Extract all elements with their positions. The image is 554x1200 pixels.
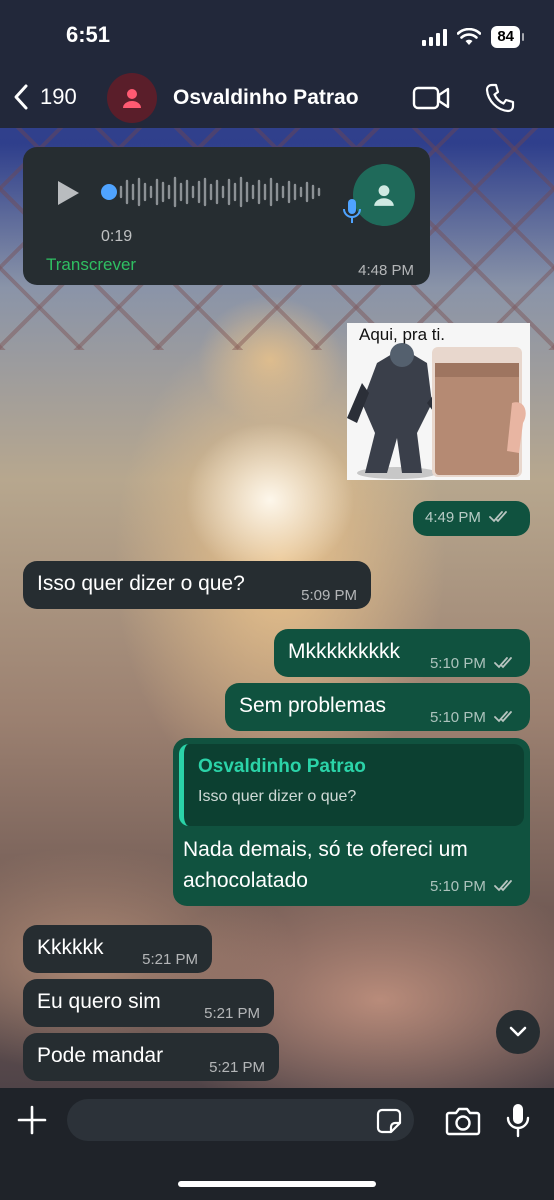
message-outgoing: Sem problemas 5:10 PM: [225, 683, 530, 731]
wifi-icon: [457, 28, 482, 45]
sticker-caption: Aqui, pra ti.: [359, 325, 445, 344]
message-incoming: Isso quer dizer o que? 5:09 PM: [23, 561, 371, 609]
status-time: 6:51: [66, 22, 111, 47]
read-receipt-icon: [489, 511, 507, 523]
chat-header: 190 Osvaldinho Patrao: [0, 70, 554, 128]
message-time: 5:09 PM: [301, 587, 357, 604]
message-timestamp: 5:10 PM: [430, 878, 516, 895]
message-timestamp: 5:10 PM: [430, 650, 516, 678]
person-icon: [374, 185, 394, 206]
audio-waveform[interactable]: [101, 175, 329, 209]
quoted-message[interactable]: Osvaldinho Patrao Isso quer dizer o que?: [179, 744, 524, 826]
message-timestamp: 5:10 PM: [430, 704, 516, 732]
back-button[interactable]: 190: [10, 82, 77, 112]
message-time: 4:48 PM: [358, 262, 414, 279]
contact-avatar[interactable]: [107, 73, 157, 123]
message-text: Sem problemas: [239, 694, 387, 717]
voice-duration: 0:19: [101, 228, 133, 245]
message-time: 5:10 PM: [429, 878, 486, 895]
battery-icon: 84: [491, 26, 524, 48]
message-incoming: Pode mandar 5:21 PM: [23, 1033, 279, 1081]
message-text: Kkkkkk: [37, 936, 104, 959]
message-incoming: Eu quero sim 5:21 PM: [23, 979, 274, 1027]
video-call-icon[interactable]: [412, 84, 450, 112]
home-indicator[interactable]: [178, 1181, 376, 1187]
play-icon[interactable]: [56, 180, 80, 206]
microphone-icon[interactable]: [505, 1102, 531, 1138]
chevron-left-icon: [14, 84, 28, 110]
scroll-to-bottom-button[interactable]: [496, 1010, 540, 1054]
status-bar: 6:51 84: [0, 0, 554, 70]
contact-name[interactable]: Osvaldinho Patrao: [173, 86, 359, 110]
message-time: 5:21 PM: [209, 1059, 265, 1076]
message-text: Isso quer dizer o que?: [37, 572, 245, 595]
voice-message: 0:19 Transcrever 4:48 PM: [23, 147, 430, 285]
quoted-author: Osvaldinho Patrao: [198, 756, 366, 777]
unread-count: 190: [40, 84, 77, 109]
message-time: 5:21 PM: [142, 951, 198, 968]
message-input[interactable]: [67, 1099, 414, 1141]
cellular-signal-icon: [422, 28, 448, 46]
read-receipt-icon: [494, 880, 512, 892]
camera-icon[interactable]: [445, 1105, 481, 1137]
phone-call-icon[interactable]: [484, 82, 516, 114]
message-text: Pode mandar: [37, 1044, 164, 1067]
message-text: Eu quero sim: [37, 990, 161, 1013]
sticker-timestamp: 4:49 PM: [413, 501, 530, 536]
transcribe-button[interactable]: Transcrever: [46, 251, 136, 279]
chevron-down-icon: [509, 1026, 527, 1037]
message-time: 5:10 PM: [429, 709, 486, 726]
microphone-icon: [343, 199, 361, 223]
message-text: Mkkkkkkkkk: [288, 640, 400, 663]
sticker-artwork: [347, 323, 530, 480]
message-time: 5:10 PM: [429, 655, 486, 672]
message-time: 5:21 PM: [204, 1005, 260, 1022]
plus-icon[interactable]: [16, 1104, 48, 1136]
message-incoming: Kkkkkk 5:21 PM: [23, 925, 212, 973]
status-icons: 84: [422, 26, 524, 48]
message-outgoing: Mkkkkkkkkk 5:10 PM: [274, 629, 530, 677]
sticker-image[interactable]: Aqui, pra ti.: [347, 323, 530, 480]
read-receipt-icon: [494, 657, 512, 669]
message-time: 4:49 PM: [425, 509, 481, 526]
person-icon: [123, 89, 141, 108]
sticker-icon[interactable]: [376, 1108, 402, 1134]
message-outgoing-reply: Osvaldinho Patrao Isso quer dizer o que?…: [173, 738, 530, 906]
read-receipt-icon: [494, 711, 512, 723]
quoted-text: Isso quer dizer o que?: [198, 788, 357, 805]
